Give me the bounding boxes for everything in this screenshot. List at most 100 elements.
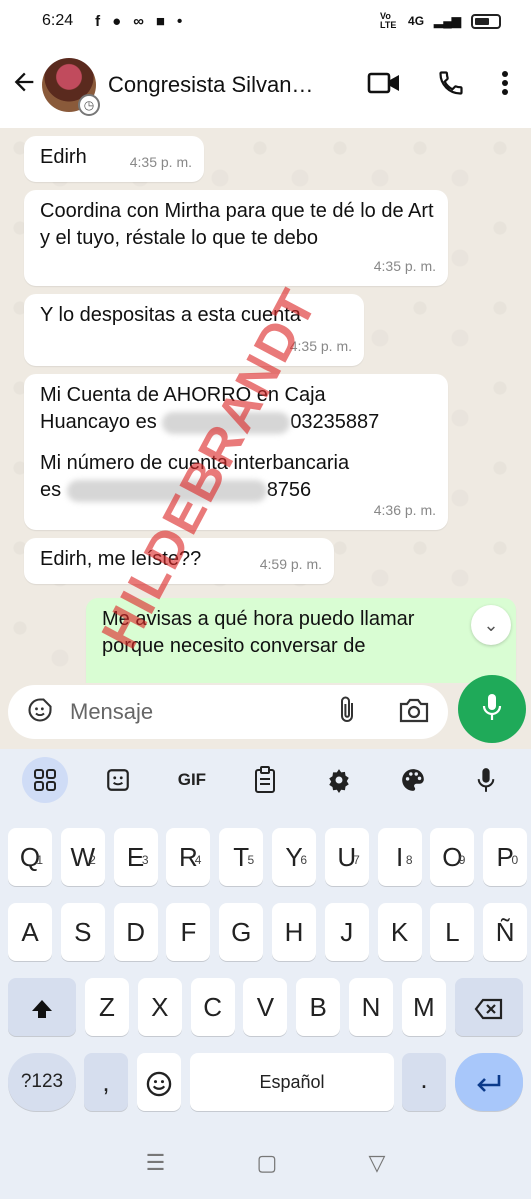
palette-icon[interactable] (390, 757, 436, 803)
message-placeholder: Mensaje (70, 699, 154, 724)
key-d[interactable]: D (113, 903, 158, 961)
back-nav-icon[interactable]: ▽ (368, 1150, 385, 1176)
enter-key[interactable] (455, 1053, 523, 1111)
message-time: 4:36 p. m. (373, 502, 436, 518)
home-icon[interactable]: ▢ (256, 1150, 277, 1176)
system-icons: Vo LTE 4G ▂▄▆ (380, 12, 501, 30)
key-label: G (231, 917, 252, 947)
key-u[interactable]: U7 (324, 828, 369, 886)
key-a[interactable]: A (8, 903, 52, 961)
attach-icon[interactable] (336, 695, 358, 730)
disappearing-timer-icon: ◷ (78, 94, 100, 116)
key-n[interactable]: N (349, 978, 393, 1036)
key-j[interactable]: J (324, 903, 369, 961)
message-line: Mi número de cuenta interbancaria (40, 452, 350, 474)
key-w[interactable]: W2 (60, 828, 105, 886)
emoji-key[interactable] (137, 1053, 181, 1111)
key-ñ[interactable]: Ñ (483, 903, 528, 961)
comma-key[interactable]: , (84, 1053, 128, 1111)
message-bubble[interactable]: Edirh 4:35 p. m. (24, 136, 204, 182)
voicemail-icon: ∞ (133, 12, 144, 30)
message-bubble[interactable]: Edirh, me leíste?? 4:59 p. m. (24, 538, 334, 584)
key-label: F (180, 917, 197, 947)
key-t[interactable]: T5 (219, 828, 264, 886)
facebook-icon: f (95, 12, 101, 30)
chat-area[interactable]: Edirh 4:35 p. m. Coordina con Mirtha par… (0, 128, 531, 683)
message-bubble[interactable]: Coordina con Mirtha para que te dé lo de… (24, 190, 448, 286)
numbers-symbols-key[interactable]: ?123 (8, 1053, 76, 1111)
message-input[interactable]: Mensaje (8, 685, 448, 739)
key-e[interactable]: E3 (113, 828, 158, 886)
video-call-icon[interactable] (367, 71, 401, 100)
key-label: X (151, 992, 169, 1022)
key-hint: 1 (36, 853, 43, 867)
key-label: N (361, 992, 381, 1022)
key-h[interactable]: H (272, 903, 316, 961)
key-i[interactable]: I8 (377, 828, 422, 886)
key-label: I (395, 842, 404, 872)
message-line: Me avisas a qué hora puedo llamar (102, 608, 415, 630)
signal-icon: ▂▄▆ (434, 14, 461, 28)
message-time: 4:35 p. m. (373, 258, 436, 274)
message-time: 4:35 p. m. (289, 338, 352, 354)
clipboard-icon[interactable] (242, 757, 288, 803)
network-label: 4G (408, 14, 425, 28)
more-notifications-icon: • (176, 12, 183, 30)
key-x[interactable]: X (137, 978, 182, 1036)
message-text: 03235887 (290, 411, 380, 433)
key-f[interactable]: F (166, 903, 211, 961)
message-bubble[interactable]: Y lo despositas a esta cuenta 4:35 p. m. (24, 294, 364, 366)
key-hint: 3 (141, 853, 149, 867)
apps-grid-icon[interactable] (21, 757, 68, 803)
message-time: 4:59 p. m. (259, 556, 322, 572)
key-p[interactable]: P0 (483, 828, 528, 886)
contact-name[interactable]: Congresista Silvan… (108, 72, 343, 98)
key-label: J (340, 917, 354, 947)
message-bubble[interactable]: Mi Cuenta de AHORRO en Caja Huancayo es … (24, 374, 448, 530)
key-q[interactable]: Q1 (8, 828, 52, 886)
message-text: Coordina con Mirtha para que te dé lo de… (40, 200, 434, 249)
camera-icon[interactable] (398, 696, 430, 729)
gif-button[interactable]: GIF (169, 757, 215, 803)
emoji-sticker-icon[interactable] (95, 757, 141, 803)
voice-call-icon[interactable] (437, 69, 465, 102)
notification-icons: f ● ∞ ■ • (95, 13, 182, 30)
key-m[interactable]: M (401, 978, 446, 1036)
key-o[interactable]: O9 (430, 828, 475, 886)
keyboard: GIF ?123 , Español . ☰ ▢ ▽ Q 1 W 2 E 3 R… (0, 749, 531, 1199)
chat-header: ◷ Congresista Silvan… (0, 42, 531, 128)
composer-row: Mensaje (0, 675, 531, 749)
message-text: Edirh, me leíste?? (40, 548, 202, 570)
voice-record-button[interactable] (458, 675, 526, 743)
space-key[interactable]: Español (190, 1053, 394, 1111)
shift-key[interactable] (8, 978, 76, 1036)
key-r[interactable]: R4 (166, 828, 211, 886)
key-y[interactable]: Y6 (272, 828, 316, 886)
enter-arrow-icon (474, 1067, 504, 1097)
backspace-key[interactable] (455, 978, 523, 1036)
sticker-icon[interactable] (26, 696, 54, 729)
voice-input-icon[interactable] (463, 757, 509, 803)
message-bubble-outgoing[interactable]: Me avisas a qué hora puedo llamar porque… (86, 598, 516, 683)
key-k[interactable]: K (377, 903, 422, 961)
message-time: 4:35 p. m. (129, 154, 192, 170)
scroll-down-button[interactable]: ⌄ (471, 605, 511, 645)
back-arrow-icon[interactable] (10, 68, 40, 102)
key-label: S (74, 917, 92, 947)
more-options-icon[interactable] (501, 69, 509, 102)
key-z[interactable]: Z (85, 978, 129, 1036)
key-label: D (126, 917, 145, 947)
key-s[interactable]: S (60, 903, 105, 961)
key-v[interactable]: V (243, 978, 288, 1036)
key-label: Ñ (495, 917, 515, 947)
period-key[interactable]: . (402, 1053, 446, 1111)
recent-apps-icon[interactable]: ☰ (146, 1150, 166, 1176)
key-l[interactable]: L (430, 903, 475, 961)
avatar[interactable]: ◷ (42, 58, 100, 116)
key-g[interactable]: G (219, 903, 264, 961)
message-text: Y lo despositas a esta cuenta (40, 304, 301, 326)
settings-icon[interactable] (316, 757, 362, 803)
key-c[interactable]: C (190, 978, 235, 1036)
key-b[interactable]: B (296, 978, 341, 1036)
key-hint: 5 (247, 853, 255, 867)
